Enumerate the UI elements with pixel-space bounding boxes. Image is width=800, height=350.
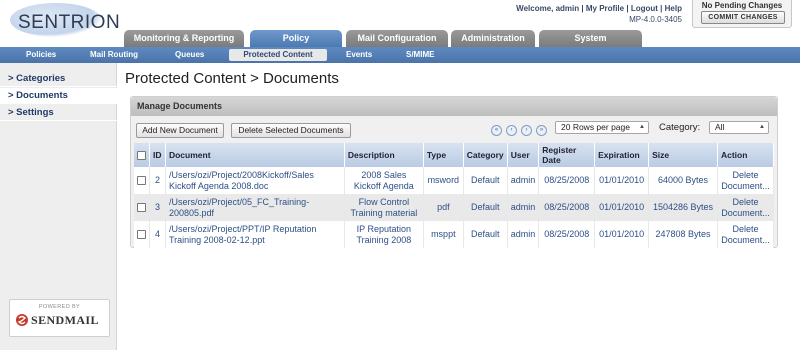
sidebar-item-settings[interactable]: > Settings (0, 105, 117, 121)
column-category[interactable]: Category (463, 143, 508, 167)
cell-type: msppt (423, 221, 464, 248)
cell-type: pdf (423, 194, 464, 221)
last-page-icon[interactable]: » (536, 125, 547, 136)
select-all-column (134, 143, 150, 167)
delete-document-link[interactable]: Delete Document... (717, 194, 775, 221)
cell-document-link[interactable]: /Users/ozi/Project/05_FC_Training-200805… (165, 194, 345, 221)
powered-by-label: POWERED BY (38, 304, 81, 310)
table-row: 2 /Users/ozi/Project/2008Kickoff/Sales K… (134, 167, 775, 194)
cell-description: 2008 Sales Kickoff Agenda (344, 167, 424, 194)
pending-changes-label: No Pending Changes (701, 1, 783, 10)
tab-system[interactable]: System (539, 30, 642, 47)
row-checkbox[interactable] (137, 203, 146, 213)
cell-expiration: 01/01/2010 (594, 221, 650, 248)
cell-expiration: 01/01/2010 (594, 167, 650, 194)
cell-user: admin (507, 167, 540, 194)
tab-administration[interactable]: Administration (451, 30, 535, 47)
tab-monitoring-reporting[interactable]: Monitoring & Reporting (124, 30, 244, 47)
table-row: 3 /Users/ozi/Project/05_FC_Training-2008… (134, 194, 775, 221)
cell-register-date: 08/25/2008 (538, 194, 596, 221)
rows-per-page-value: 20 Rows per page (561, 122, 630, 132)
delete-document-link[interactable]: Delete Document... (717, 221, 775, 248)
subnav-mail-routing[interactable]: Mail Routing (90, 49, 138, 61)
cell-document-link[interactable]: /Users/ozi/Project/2008Kickoff/Sales Kic… (165, 167, 345, 194)
cell-category: Default (463, 221, 508, 248)
row-checkbox[interactable] (137, 176, 146, 186)
logout-link[interactable]: Logout (631, 4, 658, 13)
cell-user: admin (507, 194, 540, 221)
subnav-protected-content[interactable]: Protected Content (229, 49, 327, 61)
rows-per-page-select[interactable]: 20 Rows per page ▲ (555, 121, 649, 134)
table-header-row: ID Document Description Type Category Us… (134, 143, 775, 167)
cell-id: 4 (149, 221, 166, 248)
page-title: Protected Content > Documents (125, 70, 339, 87)
cell-id: 2 (149, 167, 166, 194)
manage-documents-panel: Manage Documents Add New Document Delete… (130, 96, 778, 248)
tab-mail-configuration[interactable]: Mail Configuration (346, 30, 448, 47)
sendmail-logo-icon (16, 314, 28, 326)
column-action: Action (717, 143, 775, 167)
cell-category: Default (463, 167, 508, 194)
subnav-queues[interactable]: Queues (175, 49, 204, 61)
row-checkbox-cell (134, 221, 150, 248)
first-page-icon[interactable]: « (491, 125, 502, 136)
version-text: MP-4.0.0-3405 (629, 15, 682, 24)
select-arrow-icon: ▲ (759, 124, 765, 130)
documents-table: ID Document Description Type Category Us… (134, 143, 775, 248)
column-size[interactable]: Size (648, 143, 718, 167)
cell-size: 64000 Bytes (648, 167, 718, 194)
sub-navigation: Policies Mail Routing Queues Protected C… (0, 47, 800, 63)
column-type[interactable]: Type (423, 143, 464, 167)
column-expiration[interactable]: Expiration (594, 143, 650, 167)
subnav-smime[interactable]: S/MIME (406, 49, 434, 61)
cell-type: msword (423, 167, 464, 194)
column-description[interactable]: Description (344, 143, 424, 167)
delete-document-link[interactable]: Delete Document... (717, 167, 775, 194)
cell-expiration: 01/01/2010 (594, 194, 650, 221)
row-checkbox-cell (134, 194, 150, 221)
commit-changes-button[interactable]: COMMIT CHANGES (701, 11, 785, 24)
sidebar: > Categories > Documents > Settings POWE… (0, 63, 117, 350)
cell-register-date: 08/25/2008 (538, 221, 596, 248)
my-profile-link[interactable]: My Profile (586, 4, 624, 13)
category-select[interactable]: All ▲ (709, 121, 769, 134)
category-label: Category: (659, 122, 701, 133)
cell-user: admin (507, 221, 540, 248)
sidebar-item-documents[interactable]: > Documents (0, 88, 117, 104)
row-checkbox[interactable] (137, 230, 146, 240)
subnav-policies[interactable]: Policies (26, 49, 56, 61)
cell-document-link[interactable]: /Users/ozi/Project/PPT/IP Reputation Tra… (165, 221, 345, 248)
sentrion-logo: SENTRION (18, 12, 121, 33)
sidebar-item-categories[interactable]: > Categories (0, 71, 117, 87)
pending-changes-box: No Pending Changes COMMIT CHANGES (692, 0, 792, 28)
cell-category: Default (463, 194, 508, 221)
powered-by-sendmail: POWERED BY SENDMAIL (9, 299, 110, 337)
cell-description: IP Reputation Training 2008 (344, 221, 424, 248)
column-user[interactable]: User (507, 143, 540, 167)
add-new-document-button[interactable]: Add New Document (136, 123, 224, 138)
cell-register-date: 08/25/2008 (538, 167, 596, 194)
cell-id: 3 (149, 194, 166, 221)
table-row: 4 /Users/ozi/Project/PPT/IP Reputation T… (134, 221, 775, 248)
welcome-text: Welcome, admin (516, 4, 580, 13)
select-all-checkbox[interactable] (137, 151, 146, 161)
next-page-icon[interactable]: › (521, 125, 532, 136)
previous-page-icon[interactable]: ‹ (506, 125, 517, 136)
panel-title: Manage Documents (131, 97, 777, 116)
column-document[interactable]: Document (165, 143, 345, 167)
sendmail-wordmark: SENDMAIL (31, 313, 99, 327)
user-links: Welcome, admin | My Profile | Logout | H… (516, 4, 682, 13)
cell-size: 247808 Bytes (648, 221, 718, 248)
tab-policy[interactable]: Policy (250, 30, 342, 47)
row-checkbox-cell (134, 167, 150, 194)
cell-description: Flow Control Training material (344, 194, 424, 221)
category-select-value: All (715, 122, 725, 132)
delete-selected-documents-button[interactable]: Delete Selected Documents (231, 123, 351, 138)
cell-size: 1504286 Bytes (648, 194, 718, 221)
select-arrow-icon: ▲ (639, 124, 645, 130)
column-register-date[interactable]: Register Date (538, 143, 596, 167)
help-link[interactable]: Help (665, 4, 682, 13)
column-id[interactable]: ID (149, 143, 166, 167)
subnav-events[interactable]: Events (346, 49, 372, 61)
